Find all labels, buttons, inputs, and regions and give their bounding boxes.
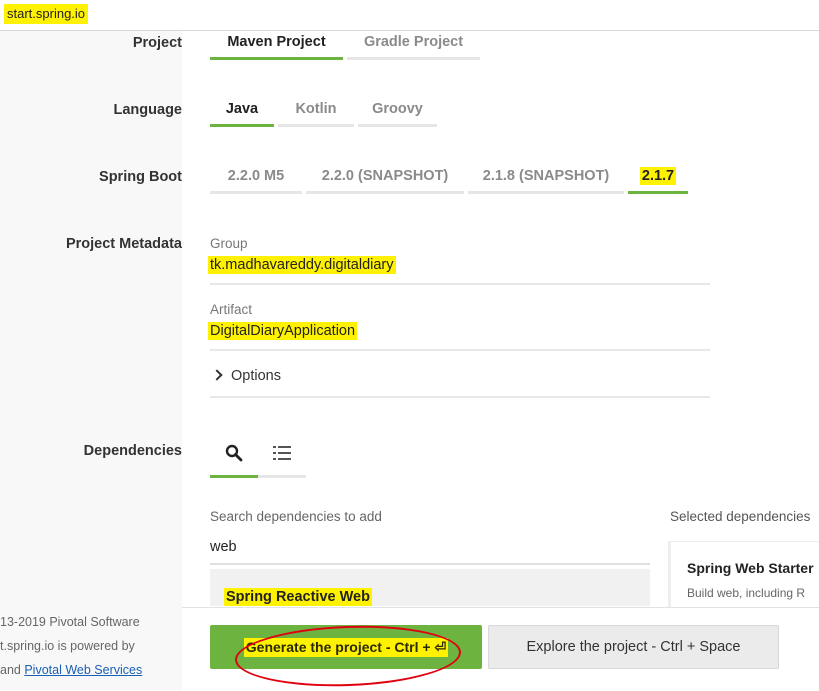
tab-kotlin[interactable]: Kotlin (278, 97, 354, 127)
footer-copyright: 13-2019 Pivotal Software (0, 615, 140, 629)
search-result-item[interactable]: Spring Reactive Web (210, 569, 650, 606)
search-underline (210, 563, 650, 565)
tab-boot-2-1-8-snapshot[interactable]: 2.1.8 (SNAPSHOT) (468, 164, 624, 194)
selected-dependency-card[interactable]: Spring Web Starter Build web, including … (668, 541, 819, 608)
footer-and: and (0, 663, 25, 677)
artifact-underline (210, 349, 710, 351)
left-column: Project Language Spring Boot Project Met… (0, 31, 182, 690)
options-toggle[interactable]: Options (210, 368, 281, 384)
search-icon (225, 444, 243, 462)
language-label: Language (113, 102, 182, 118)
artifact-field[interactable]: DigitalDiaryApplication (208, 322, 358, 340)
group-field[interactable]: tk.madhavareddy.digitaldiary (208, 256, 396, 274)
tab-boot-2-2-0-m5[interactable]: 2.2.0 M5 (210, 164, 302, 194)
chevron-right-icon (211, 369, 223, 381)
footer-hosting: and Pivotal Web Services (0, 663, 142, 677)
project-metadata-label: Project Metadata (65, 236, 182, 252)
tab-gradle-project[interactable]: Gradle Project (347, 30, 480, 60)
search-dependencies-input[interactable]: web (210, 539, 237, 555)
options-label: Options (231, 368, 281, 384)
selected-dependency-description: Build web, including R (687, 586, 806, 600)
tab-search-dependencies[interactable] (210, 436, 258, 478)
list-icon (273, 446, 291, 460)
group-label: Group (210, 236, 248, 251)
generate-project-label: Generate the project - Ctrl + ⏎ (243, 637, 449, 657)
selected-dependency-name: Spring Web Starter (687, 560, 814, 576)
options-underline (210, 396, 710, 398)
search-dependencies-label: Search dependencies to add (210, 509, 382, 524)
tab-maven-project[interactable]: Maven Project (210, 30, 343, 60)
pivotal-web-services-link[interactable]: Pivotal Web Services (24, 663, 142, 677)
artifact-label: Artifact (210, 302, 253, 317)
selected-dependencies-label: Selected dependencies (670, 509, 811, 524)
dependencies-label: Dependencies (83, 443, 182, 459)
footer-powered-by: t.spring.io is powered by (0, 639, 135, 653)
result-name: Spring Reactive Web (224, 588, 372, 606)
url-text[interactable]: start.spring.io (4, 4, 89, 24)
tab-list-dependencies[interactable] (258, 436, 306, 478)
project-label: Project (132, 35, 182, 51)
tab-boot-2-1-7[interactable]: 2.1.7 (628, 164, 688, 194)
tab-groovy[interactable]: Groovy (358, 97, 437, 127)
group-underline (210, 283, 710, 285)
tab-boot-2-2-0-snapshot[interactable]: 2.2.0 (SNAPSHOT) (306, 164, 464, 194)
spring-boot-label: Spring Boot (99, 169, 182, 185)
tab-java[interactable]: Java (210, 97, 274, 127)
group-value: tk.madhavareddy.digitaldiary (208, 256, 396, 274)
browser-address-bar[interactable]: start.spring.io (0, 0, 819, 31)
generate-project-button[interactable]: Generate the project - Ctrl + ⏎ (210, 625, 482, 669)
explore-project-button[interactable]: Explore the project - Ctrl + Space (488, 625, 779, 669)
artifact-value: DigitalDiaryApplication (208, 322, 358, 340)
boot-2-1-7-text: 2.1.7 (639, 167, 677, 185)
